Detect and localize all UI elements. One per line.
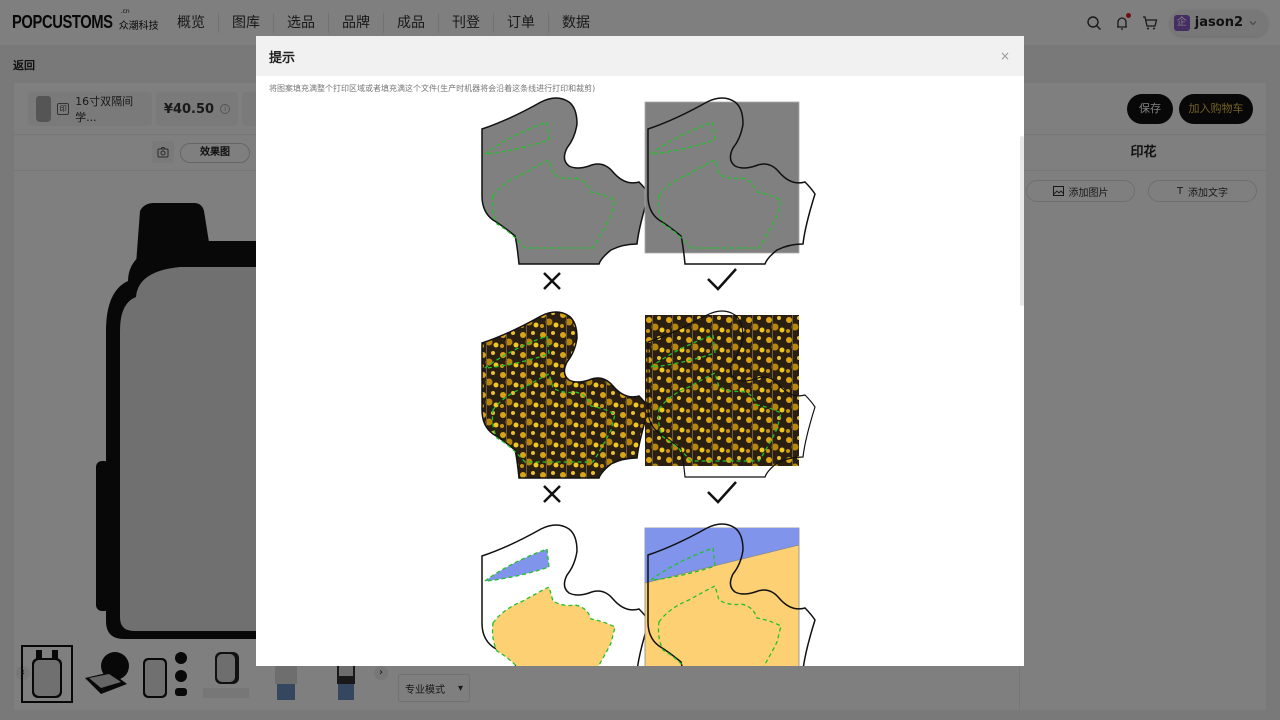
example-row-2-right	[645, 310, 816, 478]
print-fill-illustration	[481, 97, 816, 666]
example-row-3-wrong	[481, 524, 650, 666]
example-row-1-wrong	[481, 97, 650, 265]
example-row-2-wrong	[481, 311, 650, 479]
check-icon	[707, 481, 737, 504]
cross-icon	[543, 485, 561, 503]
example-row-3-right	[644, 523, 816, 666]
cross-icon	[543, 272, 561, 290]
tip-dialog: 提示 × 将图案填充满整个打印区域或者填充满这个文件(生产时机器将会沿着这条线进…	[256, 36, 1024, 666]
check-icon	[707, 268, 737, 291]
example-row-1-right	[644, 97, 816, 265]
